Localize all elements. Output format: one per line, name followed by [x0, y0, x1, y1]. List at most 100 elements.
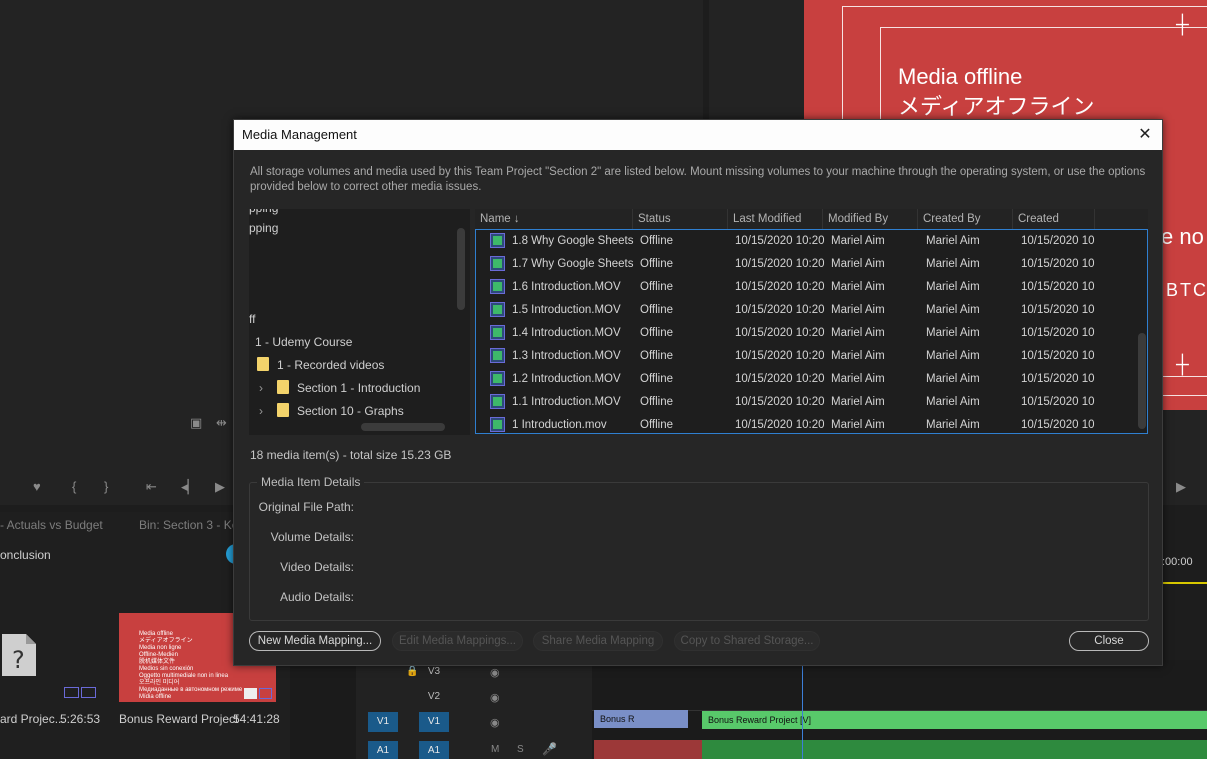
- track-a1[interactable]: A1: [419, 741, 449, 759]
- mute-icon[interactable]: M: [491, 744, 499, 755]
- tree-item-section-1[interactable]: › Section 1 - Introduction: [259, 380, 420, 395]
- copy-to-shared-storage-button[interactable]: Copy to Shared Storage...: [674, 631, 820, 651]
- tree-item-section-10[interactable]: › Section 10 - Graphs: [259, 403, 404, 418]
- program-play-icon[interactable]: ▶: [1176, 479, 1186, 495]
- close-button[interactable]: Close: [1069, 631, 1149, 651]
- table-row[interactable]: 1.1 Introduction.MOV Offline 10/15/2020 10…: [476, 391, 1136, 414]
- timeline-clip-bonus-short[interactable]: Bonus R: [594, 710, 688, 728]
- table-row[interactable]: 1.8 Why Google Sheets. Offline 10/15/2020 …: [476, 230, 1136, 253]
- audio-clip[interactable]: [594, 740, 702, 759]
- sequence-file-icon: [490, 256, 505, 271]
- cell-modified-by: Mariel Aim: [831, 281, 885, 293]
- tree-item-partial[interactable]: pping: [249, 221, 278, 235]
- source-patch-v1[interactable]: V1: [368, 712, 398, 732]
- clip-name[interactable]: Bonus Reward Project: [119, 712, 238, 726]
- cell-created: 10/15/2020 10: [1021, 396, 1095, 408]
- column-modified-by[interactable]: Modified By: [823, 209, 918, 229]
- table-row[interactable]: 1.5 Introduction.MOV Offline 10/15/2020 10…: [476, 299, 1136, 322]
- grid-vertical-scrollbar[interactable]: [1138, 333, 1146, 429]
- track-v2[interactable]: V2: [419, 687, 449, 707]
- video-details-label: Video Details:: [280, 560, 354, 574]
- timeline-panel: V3 V2 V1 V1 A1 A1 🔒 ◉ ◉ ◉ M S 🎤 Bonus R …: [290, 660, 1207, 759]
- tree-vertical-scrollbar[interactable]: [457, 228, 465, 310]
- chevron-right-icon[interactable]: ›: [259, 381, 277, 395]
- eye-icon[interactable]: ◉: [490, 716, 500, 729]
- close-icon[interactable]: ✕: [1134, 124, 1156, 146]
- go-to-in-icon[interactable]: ⇤: [146, 479, 157, 495]
- cell-last-modified: 10/15/2020 10:20: [735, 327, 825, 339]
- share-media-mapping-button[interactable]: Share Media Mapping: [533, 631, 663, 651]
- tab-actuals-vs-budget[interactable]: - Actuals vs Budget: [0, 518, 103, 532]
- original-file-path-label: Original File Path:: [258, 500, 354, 514]
- column-last-modified[interactable]: Last Modified: [728, 209, 823, 229]
- cell-created: 10/15/2020 10: [1021, 419, 1095, 431]
- volume-tree[interactable]: pping pping ff 1 - Udemy Course 1 - Reco…: [249, 209, 470, 435]
- table-row[interactable]: 1.6 Introduction.MOV Offline 10/15/2020 10…: [476, 276, 1136, 299]
- column-created[interactable]: Created: [1013, 209, 1095, 229]
- playhead-line[interactable]: [802, 660, 803, 759]
- cell-last-modified: 10/15/2020 10:20: [735, 396, 825, 408]
- sort-down-icon[interactable]: ↓: [514, 213, 520, 225]
- cell-status: Offline: [640, 350, 674, 362]
- crosshair-icon: ┼: [1176, 14, 1189, 34]
- cell-modified-by: Mariel Aim: [831, 258, 885, 270]
- insert-icon[interactable]: ⇹: [216, 415, 227, 431]
- cell-last-modified: 10/15/2020 10:20: [735, 258, 825, 270]
- tab-bin-section-3[interactable]: Bin: Section 3 - Key: [139, 518, 244, 532]
- column-created-by[interactable]: Created By: [918, 209, 1013, 229]
- step-back-icon[interactable]: ◂▏: [181, 479, 198, 495]
- cell-created-by: Mariel Aim: [926, 373, 980, 385]
- folder-icon: [257, 357, 269, 371]
- cell-last-modified: 10/15/2020 10:20: [735, 235, 825, 247]
- cell-created: 10/15/2020 10: [1021, 373, 1095, 385]
- tree-item-partial[interactable]: pping: [249, 209, 278, 215]
- marker-icon[interactable]: ♥: [33, 479, 41, 494]
- table-row[interactable]: 1.7 Why Google Sheets. Offline 10/15/2020 …: [476, 253, 1136, 276]
- eye-icon[interactable]: ◉: [490, 691, 500, 704]
- cell-name: 1.6 Introduction.MOV: [512, 281, 621, 293]
- cell-created-by: Mariel Aim: [926, 327, 980, 339]
- table-row[interactable]: 1.4 Introduction.MOV Offline 10/15/2020 10…: [476, 322, 1136, 345]
- cell-name: 1.8 Why Google Sheets.: [512, 235, 634, 247]
- cell-created: 10/15/2020 10: [1021, 258, 1095, 270]
- export-frame-icon[interactable]: ▣: [190, 415, 202, 431]
- track-v1[interactable]: V1: [419, 712, 449, 732]
- media-grid[interactable]: 1.8 Why Google Sheets. Offline 10/15/2020 …: [475, 229, 1148, 434]
- edit-media-mappings-button[interactable]: Edit Media Mappings...: [392, 631, 523, 651]
- dialog-description: All storage volumes and media used by th…: [250, 166, 1146, 193]
- play-icon[interactable]: ▶: [215, 479, 225, 495]
- source-patch-a1[interactable]: A1: [368, 741, 398, 759]
- clip-name[interactable]: ard Projec...: [0, 712, 65, 726]
- mark-out-icon[interactable]: }: [104, 479, 108, 494]
- audio-clip[interactable]: [702, 740, 1207, 759]
- tree-item-udemy-course[interactable]: 1 - Udemy Course: [255, 335, 352, 349]
- tree-item-partial[interactable]: ff: [249, 312, 255, 326]
- cell-last-modified: 10/15/2020 10:20: [735, 419, 825, 431]
- project-item-conclusion[interactable]: onclusion: [0, 548, 51, 562]
- mark-in-icon[interactable]: {: [72, 479, 76, 494]
- table-row[interactable]: 1.2 Introduction.MOV Offline 10/15/2020 10…: [476, 368, 1136, 391]
- cell-created: 10/15/2020 10: [1021, 235, 1095, 247]
- microphone-icon[interactable]: 🎤: [542, 742, 557, 756]
- table-row[interactable]: 1 Introduction.mov Offline 10/15/2020 10:2…: [476, 414, 1136, 433]
- tree-item-label: 1 - Recorded videos: [277, 358, 385, 372]
- table-row[interactable]: 1.3 Introduction.MOV Offline 10/15/2020 10…: [476, 345, 1136, 368]
- cell-created-by: Mariel Aim: [926, 350, 980, 362]
- cell-last-modified: 10/15/2020 10:20: [735, 350, 825, 362]
- cell-status: Offline: [640, 327, 674, 339]
- audio-details-label: Audio Details:: [279, 590, 354, 604]
- tree-horizontal-scrollbar[interactable]: [361, 423, 445, 431]
- lock-icon[interactable]: 🔒: [406, 666, 418, 677]
- solo-icon[interactable]: S: [517, 744, 524, 755]
- timeline-clip-bonus-full[interactable]: Bonus Reward Project [V]: [702, 711, 1207, 729]
- column-status[interactable]: Status: [633, 209, 728, 229]
- chevron-right-icon[interactable]: ›: [259, 404, 277, 418]
- clip-badges: [64, 687, 98, 699]
- new-media-mapping-button[interactable]: New Media Mapping...: [249, 631, 381, 651]
- tree-item-recorded-videos[interactable]: 1 - Recorded videos: [257, 357, 384, 372]
- cell-name: 1.2 Introduction.MOV: [512, 373, 621, 385]
- eye-icon[interactable]: ◉: [490, 666, 500, 679]
- media-grid-header: Name ↓ Status Last Modified Modified By …: [475, 209, 1148, 229]
- column-name[interactable]: Name ↓: [475, 209, 633, 229]
- cell-created: 10/15/2020 10: [1021, 304, 1095, 316]
